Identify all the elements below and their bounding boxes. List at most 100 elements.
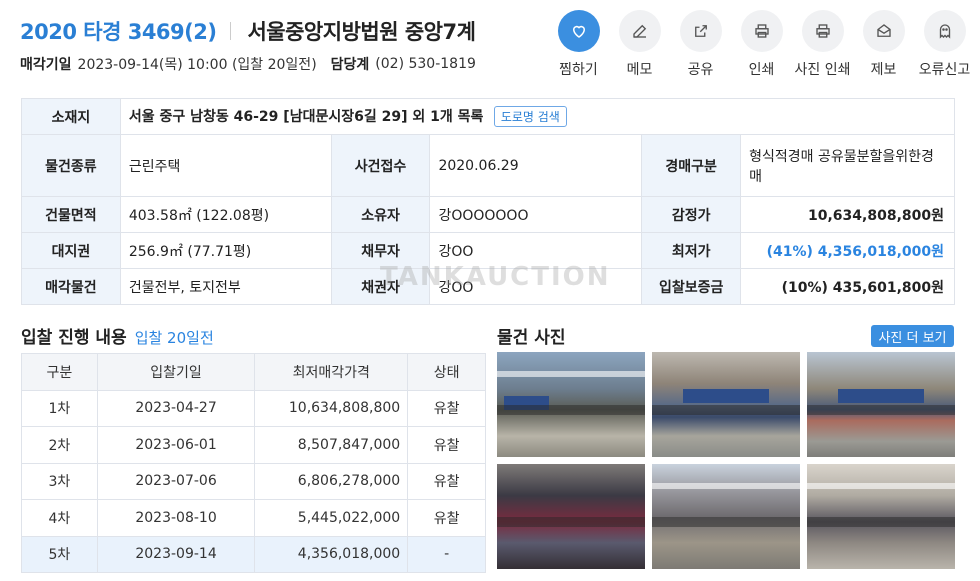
road-search-button[interactable]: 도로명 검색 — [493, 106, 567, 127]
round-cell: 1차 — [21, 389, 98, 427]
property-photo[interactable] — [807, 464, 955, 569]
type-value: 근린주택 — [119, 134, 332, 197]
error-report-button[interactable]: 오류신고 — [914, 10, 975, 79]
received-label: 사건접수 — [330, 134, 431, 197]
court-name: 서울중앙지방법원 중앙7계 — [247, 20, 476, 44]
price-cell: 10,634,808,800 — [254, 389, 409, 427]
round-cell: 5차 — [21, 535, 98, 573]
favorite-label: 찜하기 — [559, 62, 598, 78]
table-row: 2차 2023-06-01 8,507,847,000 유찰 — [21, 426, 486, 464]
status-cell: 유찰 — [407, 426, 486, 464]
price-cell: 5,445,022,000 — [254, 499, 409, 537]
date-cell: 2023-08-10 — [96, 499, 256, 537]
auction-type-value: 형식적경매 공유물분할을위한경매 — [740, 134, 955, 197]
more-photos-button[interactable]: 사진 더 보기 — [871, 325, 954, 347]
favorite-button[interactable]: 찜하기 — [548, 10, 609, 79]
share-button[interactable]: 공유 — [670, 10, 731, 79]
property-info-table: 소재지 서울 중구 남창동 46-29 [남대문시장6길 29] 외 1개 목록… — [21, 98, 956, 305]
appraisal-value: 10,634,808,800원 — [740, 196, 955, 233]
table-row: 3차 2023-07-06 6,806,278,000 유찰 — [21, 462, 486, 500]
min-price-value: (41%) 4,356,018,000원 — [740, 232, 955, 269]
title-divider — [230, 22, 232, 40]
envelope-icon — [876, 24, 891, 37]
share-icon — [694, 25, 707, 37]
creditor-value: 강OO — [429, 268, 643, 305]
debtor-label: 채무자 — [330, 232, 431, 269]
page-header: 2020 타경 3469(2) 서울중앙지방법원 중앙7계 매각기일 2023-… — [20, 14, 540, 74]
owner-value: 강OOOOOOO — [429, 196, 643, 233]
date-cell: 2023-09-14 — [96, 535, 256, 573]
col-header: 최저매각가격 — [254, 353, 409, 391]
pencil-icon — [632, 24, 646, 38]
location-cell: 서울 중구 남창동 46-29 [남대문시장6길 29] 외 1개 목록 도로명… — [119, 98, 956, 135]
sale-item-label: 매각물건 — [21, 268, 121, 305]
status-cell: 유찰 — [407, 389, 486, 427]
bid-subtitle: 입찰 20일전 — [134, 329, 214, 347]
round-cell: 2차 — [21, 426, 98, 464]
property-photo[interactable] — [497, 464, 645, 569]
price-cell: 4,356,018,000 — [254, 535, 409, 573]
received-value: 2020.06.29 — [429, 134, 643, 197]
status-cell: 유찰 — [407, 499, 486, 537]
case-number: 2020 타경 3469(2) — [20, 20, 217, 44]
memo-label: 메모 — [626, 62, 653, 78]
error-report-label: 오류신고 — [918, 62, 971, 78]
col-header: 입찰기일 — [96, 353, 256, 391]
action-toolbar: 찜하기 메모 공유 인쇄 사진 인쇄 제보 오류신고 — [548, 10, 975, 79]
report-button[interactable]: 제보 — [853, 10, 914, 79]
bid-history-table: 구분 입찰기일 최저매각가격 상태 1차 2023-04-27 10,634,8… — [21, 353, 486, 573]
photo-gallery — [497, 352, 955, 569]
building-area-value: 403.58㎡ (122.08평) — [119, 196, 332, 233]
status-cell: - — [407, 535, 486, 573]
col-header: 상태 — [407, 353, 486, 391]
date-cell: 2023-04-27 — [96, 389, 256, 427]
sale-date-label: 매각기일 — [20, 57, 72, 73]
photo-section-title: 물건 사진 — [497, 328, 566, 348]
printer-icon — [815, 24, 830, 38]
land-label: 대지권 — [21, 232, 121, 269]
printer-icon — [754, 24, 769, 38]
photo-print-label: 사진 인쇄 — [794, 62, 851, 78]
location-value: 서울 중구 남창동 46-29 [남대문시장6길 29] 외 1개 목록 — [128, 109, 484, 125]
round-cell: 3차 — [21, 462, 98, 500]
ghost-icon — [939, 24, 950, 39]
memo-button[interactable]: 메모 — [609, 10, 670, 79]
land-value: 256.9㎡ (77.71평) — [119, 232, 332, 269]
report-label: 제보 — [870, 62, 897, 78]
auction-type-label: 경매구분 — [641, 134, 742, 197]
property-photo[interactable] — [652, 464, 800, 569]
appraisal-label: 감정가 — [641, 196, 742, 233]
deposit-value: (10%) 435,601,800원 — [740, 268, 955, 305]
print-button[interactable]: 인쇄 — [731, 10, 792, 79]
date-cell: 2023-07-06 — [96, 462, 256, 500]
dept-phone: (02) 530-1819 — [375, 56, 476, 72]
date-cell: 2023-06-01 — [96, 426, 256, 464]
property-photo[interactable] — [807, 352, 955, 457]
col-header: 구분 — [21, 353, 98, 391]
creditor-label: 채권자 — [330, 268, 431, 305]
type-label: 물건종류 — [21, 134, 121, 197]
table-row-current: 5차 2023-09-14 4,356,018,000 - — [21, 535, 486, 573]
deposit-label: 입찰보증금 — [641, 268, 742, 305]
owner-label: 소유자 — [330, 196, 431, 233]
status-cell: 유찰 — [407, 462, 486, 500]
location-label: 소재지 — [21, 98, 121, 135]
table-row: 1차 2023-04-27 10,634,808,800 유찰 — [21, 389, 486, 427]
sale-item-value: 건물전부, 토지전부 — [119, 268, 332, 305]
table-row: 4차 2023-08-10 5,445,022,000 유찰 — [21, 499, 486, 537]
bid-title: 입찰 진행 내용 — [21, 328, 127, 348]
print-label: 인쇄 — [748, 62, 775, 78]
price-cell: 6,806,278,000 — [254, 462, 409, 500]
photo-print-button[interactable]: 사진 인쇄 — [792, 10, 853, 79]
round-cell: 4차 — [21, 499, 98, 537]
price-cell: 8,507,847,000 — [254, 426, 409, 464]
property-photo[interactable] — [497, 352, 645, 457]
bid-section-title: 입찰 진행 내용 입찰 20일전 — [21, 323, 214, 348]
share-label: 공유 — [687, 62, 714, 78]
building-area-label: 건물면적 — [21, 196, 121, 233]
dept-label: 담당계 — [330, 57, 370, 73]
property-photo[interactable] — [652, 352, 800, 457]
heart-icon — [572, 25, 585, 38]
sale-date-value: 2023-09-14(목) 10:00 (입찰 20일전) — [77, 57, 317, 73]
debtor-value: 강OO — [429, 232, 643, 269]
